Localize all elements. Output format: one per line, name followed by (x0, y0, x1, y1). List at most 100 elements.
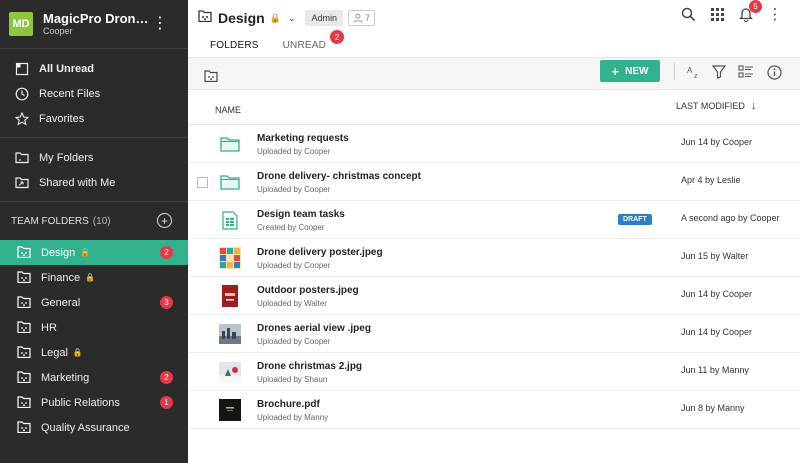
team-folder-icon (17, 245, 31, 260)
add-team-folder-icon[interactable]: + (157, 213, 172, 228)
file-name[interactable]: Drone delivery- christmas concept (257, 171, 421, 182)
team-folder-label: HR (41, 321, 57, 334)
table-row[interactable]: Brochure.pdf Uploaded by Manny Jun 8 by Ma… (188, 391, 800, 429)
team-folder-label: Marketing (41, 371, 90, 384)
team-folder-general[interactable]: General 3 (0, 290, 188, 315)
spreadsheet-icon (219, 209, 241, 231)
table-row[interactable]: Design team tasks Created by Cooper DRAFT A… (188, 201, 800, 239)
file-last-modified: Jun 14 by Cooper (681, 137, 753, 147)
image-thumbnail (219, 247, 241, 269)
sidebar-item-favorites[interactable]: Favorites (0, 106, 188, 131)
team-folder-design[interactable]: Design 🔒 2 (0, 240, 188, 265)
team-folder-marketing[interactable]: Marketing 2 (0, 365, 188, 390)
sidebar-item-all-unread[interactable]: All Unread (0, 56, 188, 81)
file-uploader: Uploaded by Cooper (257, 185, 331, 194)
more-options-icon[interactable]: ⋮ (766, 5, 784, 23)
chevron-down-icon[interactable]: ⌄ (288, 13, 296, 24)
tab-unread[interactable]: UNREAD 2 (271, 30, 345, 61)
file-uploader: Uploaded by Cooper (257, 337, 331, 346)
new-button[interactable]: + NEW (600, 60, 660, 82)
org-switcher[interactable]: MD MagicPro Dron… Cooper ⋮ (0, 0, 188, 48)
sidebar-item-label: All Unread (39, 62, 95, 75)
team-folder-icon[interactable] (204, 69, 218, 87)
folder-icon (219, 171, 241, 193)
sidebar-item-label: Favorites (39, 112, 85, 125)
column-last-modified[interactable]: LAST MODIFIED ↓ (676, 100, 756, 112)
team-folder-icon (17, 370, 31, 385)
members-button[interactable]: 7 (347, 10, 375, 26)
file-list: NAME LAST MODIFIED ↓ Marketing requests U… (188, 90, 800, 429)
bell-icon[interactable]: 5 (737, 0, 762, 23)
table-row[interactable]: Drones aerial view .jpeg Uploaded by Coop… (188, 315, 800, 353)
table-row[interactable]: Outdoor posters.jpeg Uploaded by Walter Ju… (188, 277, 800, 315)
lock-icon: 🔒 (85, 273, 96, 282)
user-name: Cooper (43, 26, 73, 36)
apps-grid-icon[interactable] (708, 5, 726, 23)
list-view-icon[interactable] (737, 63, 755, 81)
tab-folders[interactable]: FOLDERS (198, 32, 271, 61)
table-row[interactable]: Marketing requests Uploaded by Cooper Jun … (188, 125, 800, 163)
sidebar: MD MagicPro Dron… Cooper ⋮ All Unread Rec… (0, 0, 188, 463)
file-uploader: Uploaded by Walter (257, 299, 327, 308)
svg-text:A: A (687, 66, 693, 75)
filter-icon[interactable] (710, 63, 728, 81)
team-folder-icon (17, 320, 31, 335)
tab-label: UNREAD (282, 40, 327, 51)
file-name[interactable]: Marketing requests (257, 133, 349, 144)
file-name[interactable]: Drone delivery poster.jpeg (257, 247, 383, 258)
tab-badge: 2 (330, 30, 345, 44)
team-folder-list: Design 🔒 2 Finance 🔒 General 3 HR Legal 🔒 Marketin… (0, 240, 188, 440)
lock-icon: 🔒 (72, 348, 83, 357)
sidebar-menu-icon[interactable]: ⋮ (152, 16, 168, 32)
pdf-thumbnail (219, 399, 241, 421)
file-last-modified: Jun 14 by Cooper (681, 327, 753, 337)
star-icon (14, 111, 30, 127)
unread-badge: 3 (160, 296, 173, 309)
file-last-modified: Jun 8 by Manny (681, 403, 745, 413)
file-uploader: Uploaded by Cooper (257, 261, 331, 270)
svg-text:z: z (694, 73, 698, 79)
file-name[interactable]: Drone christmas 2.jpg (257, 361, 362, 372)
file-name[interactable]: Brochure.pdf (257, 399, 320, 410)
divider (674, 63, 675, 80)
team-folder-label: Legal (41, 346, 68, 359)
team-folder-public-relations[interactable]: Public Relations 1 (0, 390, 188, 415)
file-name[interactable]: Design team tasks (257, 209, 345, 220)
org-avatar: MD (9, 12, 33, 36)
list-header: NAME LAST MODIFIED ↓ (188, 90, 800, 125)
team-folder-label: Finance (41, 271, 81, 284)
sidebar-item-my-folders[interactable]: My Folders (0, 145, 188, 170)
file-uploader: Uploaded by Shaun (257, 375, 328, 384)
table-row[interactable]: Drone delivery- christmas concept Uploade… (188, 163, 800, 201)
tabs: FOLDERS UNREAD 2 (198, 30, 345, 61)
team-folder-icon (17, 420, 31, 435)
team-folder-finance[interactable]: Finance 🔒 (0, 265, 188, 290)
info-icon[interactable] (765, 63, 783, 81)
file-uploader: Uploaded by Cooper (257, 147, 331, 156)
table-row[interactable]: Drone delivery poster.jpeg Uploaded by Co… (188, 239, 800, 277)
team-folder-quality-assurance[interactable]: Quality Assurance (0, 415, 188, 440)
sidebar-item-shared-with-me[interactable]: Shared with Me (0, 170, 188, 195)
table-row[interactable]: Drone christmas 2.jpg Uploaded by Shaun Ju… (188, 353, 800, 391)
team-folder-legal[interactable]: Legal 🔒 (0, 340, 188, 365)
file-last-modified: Jun 11 by Manny (681, 365, 749, 375)
lock-icon: 🔒 (269, 12, 281, 23)
unread-badge: 2 (160, 371, 173, 384)
team-folders-header: TEAM FOLDERS (10) + (0, 202, 188, 240)
team-folder-label: General (41, 296, 81, 309)
sidebar-item-recent-files[interactable]: Recent Files (0, 81, 188, 106)
row-checkbox[interactable] (197, 177, 208, 188)
column-name[interactable]: NAME (215, 105, 241, 115)
file-last-modified: Jun 14 by Cooper (681, 289, 753, 299)
user-icon (353, 13, 363, 23)
file-name[interactable]: Outdoor posters.jpeg (257, 285, 359, 296)
plus-icon: + (611, 63, 620, 79)
team-folder-hr[interactable]: HR (0, 315, 188, 340)
file-uploader: Created by Cooper (257, 223, 325, 232)
search-icon[interactable] (679, 5, 697, 23)
notification-count: 5 (749, 0, 762, 13)
sidebar-item-label: Shared with Me (39, 176, 116, 189)
sort-az-icon[interactable]: Az (686, 63, 704, 81)
unread-badge: 2 (160, 246, 173, 259)
file-name[interactable]: Drones aerial view .jpeg (257, 323, 371, 334)
